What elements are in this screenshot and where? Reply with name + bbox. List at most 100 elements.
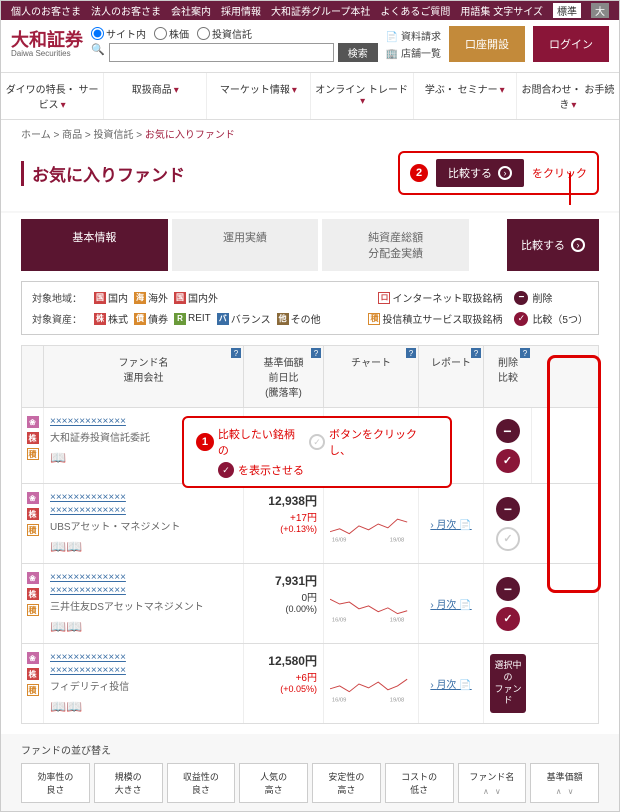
compare-toggle-button[interactable]: ✓ <box>496 449 520 473</box>
topbar-link[interactable]: 用語集 <box>460 3 490 18</box>
sort-asc-icon[interactable]: ∧ <box>483 787 489 796</box>
nav-learn[interactable]: 学ぶ・ セミナー▾ <box>414 73 517 119</box>
price-pct: (+0.13%) <box>250 524 317 534</box>
fund-name-link[interactable]: ××××××××××××× <box>50 505 237 516</box>
sort-popular[interactable]: 人気の 高さ <box>239 763 308 803</box>
sort-desc-icon[interactable]: ∨ <box>495 787 501 796</box>
step-badge-1: 1 <box>196 433 214 451</box>
topbar-link[interactable]: 大和証券グループ本社 <box>271 3 370 18</box>
store-list-link[interactable]: 🏢 店舗一覧 <box>386 45 441 60</box>
fontsize-std[interactable]: 標準 <box>553 3 581 18</box>
mini-chart: 16/0919/08 <box>324 484 419 563</box>
sort-cost[interactable]: コストの 低さ <box>385 763 454 803</box>
nav-market[interactable]: マーケット情報▾ <box>207 73 310 119</box>
compare-button[interactable]: 比較する › <box>507 219 599 271</box>
report-link[interactable]: › 月次 📄 <box>430 676 471 691</box>
help-icon[interactable]: ? <box>311 348 321 358</box>
fund-tag-icon: 積 <box>27 448 39 460</box>
compare-toggle-button[interactable]: ✓ <box>496 527 520 551</box>
callout-step1: 1 比較したい銘柄の ✓ ボタンをクリックし、 ✓ を表示させる <box>182 416 452 488</box>
tag-both-icon: 国 <box>174 292 186 304</box>
topbar-link[interactable]: 会社案内 <box>171 3 211 18</box>
nav-online[interactable]: オンライン トレード▾ <box>311 73 414 119</box>
delete-button[interactable]: − <box>496 419 520 443</box>
search-radio-site[interactable]: サイト内 <box>91 26 146 41</box>
book-icon[interactable]: 📖📖 <box>50 699 237 715</box>
tag-bond-icon: 債 <box>134 313 146 325</box>
topbar-link[interactable]: 個人のお客さま <box>11 3 81 18</box>
svg-text:16/09: 16/09 <box>332 617 346 623</box>
compare-button-sample: 比較する › <box>436 159 524 187</box>
fund-tag-icon: ❀ <box>27 572 39 584</box>
fund-tag-icon: 株 <box>27 588 39 600</box>
tab-basic[interactable]: 基本情報 <box>21 219 168 271</box>
compare-check-icon: ✓ <box>514 312 528 326</box>
fund-tag-icon: 株 <box>27 432 39 444</box>
help-icon[interactable]: ? <box>520 348 530 358</box>
topbar-link[interactable]: よくあるご質問 <box>380 3 450 18</box>
book-icon[interactable]: 📖📖 <box>50 539 237 555</box>
search-radio-fund[interactable]: 投資信託 <box>197 26 252 41</box>
price-diff: +17円 <box>250 509 317 524</box>
delete-button[interactable]: − <box>496 577 520 601</box>
sort-desc-icon[interactable]: ∨ <box>568 787 574 796</box>
nav-contact[interactable]: お問合わせ・ お手続き▾ <box>517 73 619 119</box>
login-button[interactable]: ログイン <box>533 26 609 62</box>
fund-name-link[interactable]: ××××××××××××× <box>50 665 237 676</box>
book-icon[interactable]: 📖📖 <box>50 619 237 635</box>
table-row: ❀ 株 積 ××××××××××××× ××××××××××××× UBSアセッ… <box>21 484 599 564</box>
selected-funds-button[interactable]: 選択中の ファンド <box>490 654 526 713</box>
sort-asc-icon[interactable]: ∧ <box>556 787 562 796</box>
breadcrumb-link[interactable]: 投資信託 <box>94 130 134 141</box>
sort-name[interactable]: ファンド名∧∨ <box>458 763 527 803</box>
breadcrumb-link[interactable]: ホーム <box>21 130 51 141</box>
price-diff: 0円 <box>250 589 317 604</box>
fund-company: 三井住友DSアセットマネジメント <box>50 598 237 613</box>
header: 大和証券 Daiwa Securities サイト内 株価 投資信託 🔍 検索 … <box>1 20 619 68</box>
fontsize-large[interactable]: 大 <box>591 3 609 18</box>
mini-chart: 16/09 19/08 <box>324 564 419 643</box>
empty-check-icon: ✓ <box>309 434 325 450</box>
fund-name-link[interactable]: ××××××××××××× <box>50 492 237 503</box>
fund-name-link[interactable]: ××××××××××××× <box>50 585 237 596</box>
breadcrumb: ホーム > 商品 > 投資信託 > お気に入りファンド <box>1 120 619 147</box>
fund-name-link[interactable]: ××××××××××××× <box>50 652 237 663</box>
chevron-right-icon: › <box>571 238 585 252</box>
table-row: ❀ 株 積 ××××××××××××× ××××××××××××× フィデリティ… <box>21 644 599 724</box>
delete-button[interactable]: − <box>496 497 520 521</box>
compare-toggle-button[interactable]: ✓ <box>496 607 520 631</box>
nav-products[interactable]: 取扱商品▾ <box>104 73 207 119</box>
topbar-link[interactable]: 法人のお客さま <box>91 3 161 18</box>
topbar-link[interactable]: 採用情報 <box>221 3 261 18</box>
search-input[interactable] <box>109 43 334 62</box>
fund-name-link[interactable]: ××××××××××××× <box>50 572 237 583</box>
sort-efficiency[interactable]: 効率性の 良さ <box>21 763 90 803</box>
fund-tag-icon: 株 <box>27 508 39 520</box>
sort-stable[interactable]: 安定性の 高さ <box>312 763 381 803</box>
report-link[interactable]: › 月次 📄 <box>430 516 471 531</box>
open-account-button[interactable]: 口座開設 <box>449 26 525 62</box>
breadcrumb-link[interactable]: 商品 <box>62 130 82 141</box>
report-link[interactable]: › 月次 📄 <box>430 596 471 611</box>
tag-other-icon: 他 <box>277 313 289 325</box>
tab-performance[interactable]: 運用実績 <box>172 219 319 271</box>
tab-assets[interactable]: 純資産総額 分配金実績 <box>322 219 469 271</box>
nav-features[interactable]: ダイワの特長・ サービス▾ <box>1 73 104 119</box>
help-icon[interactable]: ? <box>471 348 481 358</box>
sort-price[interactable]: 基準価額∧∨ <box>530 763 599 803</box>
sort-scale[interactable]: 規模の 大きさ <box>94 763 163 803</box>
help-icon[interactable]: ? <box>231 348 241 358</box>
logo[interactable]: 大和証券 Daiwa Securities <box>11 31 83 58</box>
legend-region-label: 対象地域： <box>32 290 82 305</box>
svg-text:16/09: 16/09 <box>332 697 346 703</box>
search-button[interactable]: 検索 <box>338 43 378 62</box>
help-icon[interactable]: ? <box>406 348 416 358</box>
svg-text:16/09: 16/09 <box>332 537 346 543</box>
chevron-right-icon: › <box>498 166 512 180</box>
svg-text:19/08: 19/08 <box>390 617 404 623</box>
chevron-down-icon: ▾ <box>61 100 66 111</box>
doc-request-link[interactable]: 📄 資料請求 <box>386 28 441 43</box>
search-radio-stock[interactable]: 株価 <box>154 26 189 41</box>
fund-tag-icon: 積 <box>27 684 39 696</box>
sort-profit[interactable]: 収益性の 良さ <box>167 763 236 803</box>
